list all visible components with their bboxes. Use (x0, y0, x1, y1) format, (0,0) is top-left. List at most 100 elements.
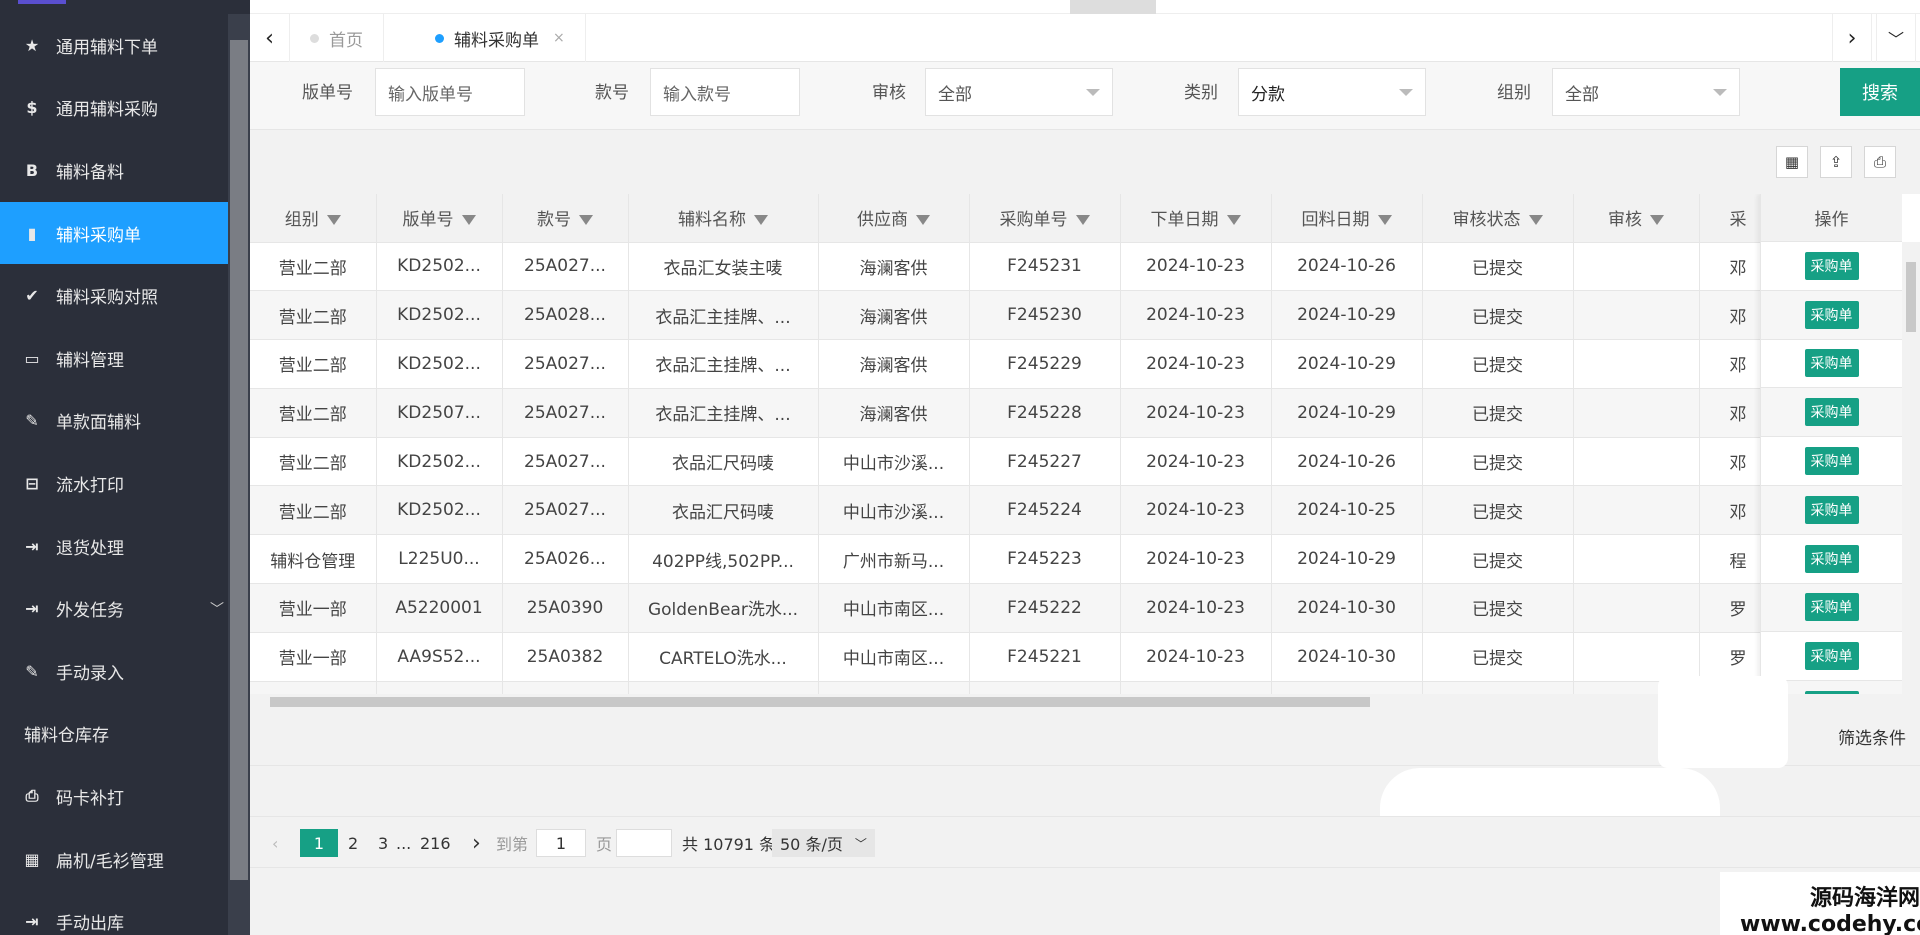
table-row[interactable]: 营业一部 AA9S52... 25A0382 CARTELO洗水... 中山市南区...… (250, 632, 1778, 682)
purchase-order-button[interactable]: 采购单 (1804, 642, 1859, 671)
table-row[interactable]: 营业二部 KD2502... 25A027... 衣品汇尺码唛 中山市沙溪... F245… (250, 437, 1778, 487)
filter-icon[interactable] (754, 215, 768, 226)
version-input[interactable]: 输入版单号 (375, 68, 525, 116)
data-table: 组别 版单号 款号 辅料名称 供应商 采购单号 下单日期 回料日期 审核状态 审… (250, 194, 1920, 710)
sidebar-item-flat-knit[interactable]: ▦ 扁机/毛衫管理 (0, 828, 228, 891)
sidebar-item-general-order[interactable]: ★ 通用辅料下单 (0, 14, 228, 77)
sidebar-item-returns[interactable]: ⇥ 退货处理 (0, 515, 228, 578)
check-circle-icon: ✔ (25, 286, 39, 306)
sidebar-item-single-style[interactable]: ✎ 单款面辅料 (0, 390, 228, 453)
table-cell: KD2502... (376, 437, 503, 487)
purchase-order-button[interactable]: 采购单 (1804, 349, 1859, 378)
purchase-order-button[interactable]: 采购单 (1804, 398, 1859, 427)
category-select[interactable]: 分款 (1238, 68, 1426, 116)
table-row[interactable]: 营业二部 KD2502... 25A027... 衣品汇女装主唛 海澜客供 F245231… (250, 242, 1778, 292)
filter-icon[interactable] (326, 215, 341, 226)
search-button[interactable]: 搜索 (1840, 68, 1920, 116)
col-header[interactable]: 下单日期 (1120, 194, 1272, 243)
pager-next-button[interactable]: › (472, 829, 481, 857)
filter-icon[interactable] (1650, 215, 1664, 226)
print-icon[interactable]: ⎙ (1864, 146, 1896, 178)
sidebar-item-manual-entry[interactable]: ✎ 手动录入 (0, 640, 228, 703)
sidebar-item-outsource[interactable]: ⇥ 外发任务 ﹀ (0, 577, 228, 640)
pager-page-3[interactable]: 3 (378, 829, 388, 857)
col-header[interactable]: 版单号 (376, 194, 503, 243)
table-row[interactable]: 营业二部 KD2502... 25A027... 衣品汇主挂牌、... 海澜客供 F245… (250, 339, 1778, 389)
filter-icon[interactable] (461, 215, 476, 226)
audit-select[interactable]: 全部 (925, 68, 1113, 116)
table-body: 营业二部 KD2502... 25A027... 衣品汇女装主唛 海澜客供 F245231… (250, 242, 1778, 710)
scrollbar-thumb[interactable] (230, 40, 248, 880)
scrollbar-thumb[interactable] (1906, 262, 1916, 332)
sidebar-item-purchase-compare[interactable]: ✔ 辅料采购对照 (0, 264, 228, 327)
pager-page-1[interactable]: 1 (300, 829, 338, 857)
table-row[interactable]: 辅料仓管理 L225U0... 25A026... 402PP线,502PP... 广州… (250, 534, 1778, 585)
tab-purchase-order[interactable]: 辅料采购单 × (415, 14, 586, 62)
pager-page-2[interactable]: 2 (348, 829, 358, 857)
pager-goto-input[interactable]: 1 (536, 829, 586, 857)
sidebar-item-general-purchase[interactable]: $ 通用辅料采购 (0, 77, 228, 140)
col-header[interactable]: 组别 (250, 194, 377, 243)
col-header[interactable]: 审核 (1573, 194, 1700, 243)
table-cell: F245221 (969, 632, 1121, 682)
table-vertical-scrollbar[interactable] (1902, 242, 1920, 694)
table-cell: CARTELO洗水... (628, 632, 819, 682)
purchase-order-button[interactable]: 采购单 (1804, 300, 1859, 329)
sidebar-item-card-reprint[interactable]: ⎙ 码卡补打 (0, 765, 228, 828)
table-row[interactable]: 营业二部 KD2502... 25A028... 衣品汇主挂牌、... 海澜客供 F245… (250, 290, 1778, 341)
style-input[interactable]: 输入款号 (650, 68, 800, 116)
pager-prev-button[interactable]: ‹ (272, 829, 278, 857)
table-cell: 已提交 (1422, 242, 1574, 292)
col-header[interactable]: 回料日期 (1271, 194, 1423, 243)
filter-icon[interactable] (916, 215, 930, 226)
filter-icon[interactable] (1075, 215, 1090, 226)
col-header[interactable]: 辅料名称 (628, 194, 819, 243)
sidebar-item-manual-outbound[interactable]: ⇥ 手动出库 (0, 890, 228, 935)
filter-conditions-label[interactable]: 筛选条件 (1838, 724, 1906, 749)
filter-icon[interactable] (1377, 215, 1392, 226)
table-row[interactable]: 营业二部 KD2502... 25A027... 衣品汇尺码唛 中山市沙溪... F245… (250, 485, 1778, 536)
close-icon[interactable]: × (553, 30, 565, 46)
pager-confirm-box[interactable] (616, 829, 672, 857)
purchase-order-button[interactable]: 采购单 (1804, 251, 1859, 280)
sidebar-item-purchase-order[interactable]: ▮ 辅料采购单 (0, 201, 228, 265)
filter-bar: 版单号 输入版单号 款号 输入款号 审核 全部 类别 分款 组别 全部 搜索 (250, 62, 1920, 130)
export-icon[interactable]: ⇪ (1820, 146, 1852, 178)
col-header[interactable]: 采购单号 (969, 194, 1121, 243)
pager-page-unit: 页 (596, 835, 613, 854)
sidebar-item-label: 辅料采购单 (56, 225, 141, 246)
table-row[interactable]: 营业二部 KD2507... 25A027... 衣品汇主挂牌、... 海澜客供 F245… (250, 388, 1778, 438)
col-header[interactable]: 供应商 (818, 194, 970, 243)
main-content: ‹ 首页 辅料采购单 × › ﹀ 版单号 输入版单号 款号 输入款号 审核 全部… (250, 0, 1920, 935)
filter-icon[interactable] (579, 215, 593, 226)
sidebar-scrollbar[interactable] (228, 14, 250, 935)
filter-icon[interactable] (1528, 215, 1543, 226)
table-cell: 已提交 (1422, 485, 1574, 536)
sidebar-item-manage[interactable]: ▭ 辅料管理 (0, 327, 228, 390)
table-cell: 营业二部 (250, 339, 377, 389)
purchase-order-button[interactable]: 采购单 (1804, 544, 1859, 573)
table-cell: KD2507... (376, 388, 503, 438)
site-watermark: 源码海洋网 www.codehy.com (1740, 880, 1920, 935)
sidebar-item-warehouse-stock[interactable]: 辅料仓库存 (0, 703, 228, 766)
sidebar-item-serial-print[interactable]: ⊟ 流水打印 (0, 452, 228, 515)
tab-menu-dropdown[interactable]: ﹀ (1876, 14, 1916, 62)
purchase-order-button[interactable]: 采购单 (1804, 447, 1859, 476)
table-row[interactable]: 营业一部 A5220001 25A0390 GoldenBear洗水... 中山市南区.… (250, 583, 1778, 633)
pager-size-select[interactable]: 50 条/页 ﹀ (772, 829, 875, 857)
purchase-order-button[interactable]: 采购单 (1804, 495, 1859, 524)
sidebar-item-prep[interactable]: B 辅料备料 (0, 139, 228, 202)
tab-home[interactable]: 首页 (290, 14, 384, 62)
tab-bar: ‹ 首页 辅料采购单 × › ﹀ (250, 14, 1920, 62)
pager-page-last[interactable]: 216 (420, 829, 451, 857)
group-select[interactable]: 全部 (1552, 68, 1740, 116)
tab-prev-button[interactable]: ‹ (250, 14, 290, 62)
col-header[interactable]: 审核状态 (1422, 194, 1574, 243)
columns-icon[interactable]: ▦ (1776, 146, 1808, 178)
document-icon: ▮ (27, 223, 37, 243)
col-header[interactable]: 款号 (502, 194, 629, 243)
purchase-order-button[interactable]: 采购单 (1804, 593, 1859, 622)
scrollbar-thumb[interactable] (270, 697, 1370, 707)
tab-next-button[interactable]: › (1832, 14, 1872, 62)
filter-icon[interactable] (1226, 215, 1241, 226)
